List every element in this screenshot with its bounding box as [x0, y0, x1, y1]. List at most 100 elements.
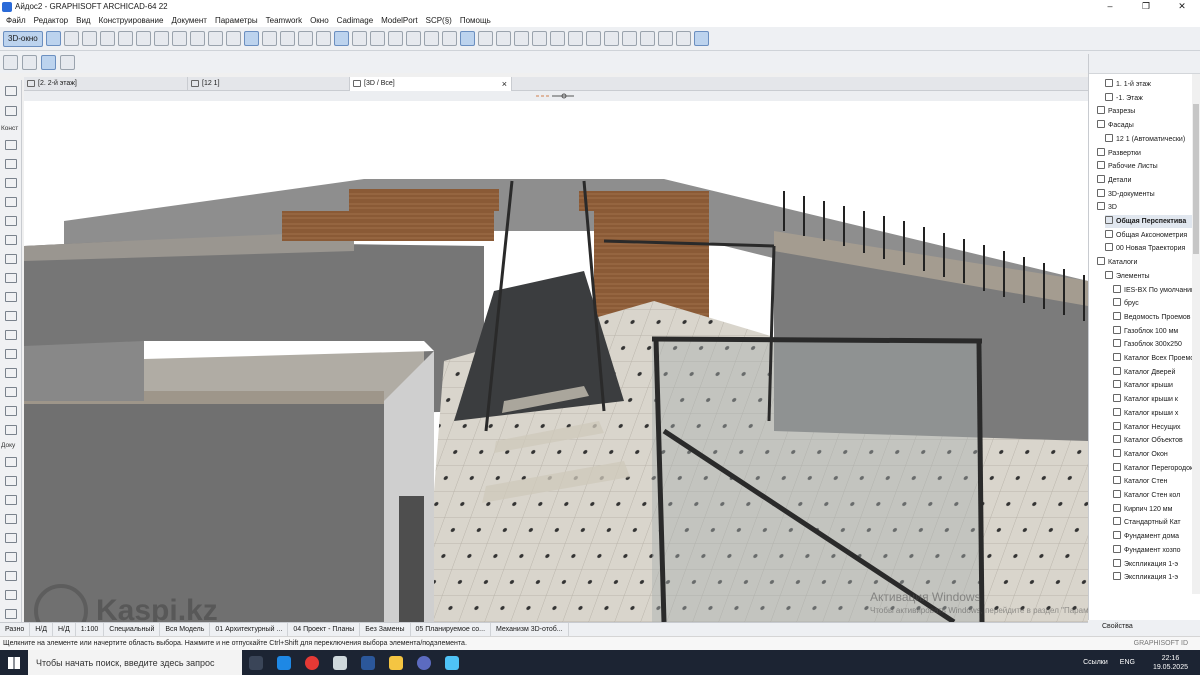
inject-icon[interactable]	[423, 31, 439, 46]
navigator-item[interactable]: Стандартный Кат	[1113, 516, 1200, 529]
explore-icon[interactable]	[117, 31, 133, 46]
status-plan[interactable]: 05 Планируемое со...	[411, 622, 492, 637]
render-mode-icon[interactable]	[243, 31, 259, 46]
layers-icon[interactable]	[207, 31, 223, 46]
pan-icon[interactable]	[171, 31, 187, 46]
sun-icon[interactable]	[351, 31, 367, 46]
align-icon[interactable]	[549, 31, 565, 46]
navigator-item[interactable]: IES-BX По умолчанию	[1113, 284, 1200, 297]
navigator-item[interactable]: Газоблок 300х250	[1113, 338, 1200, 351]
fill-tool-icon[interactable]	[5, 533, 17, 543]
menu-item[interactable]: Файл	[2, 16, 30, 25]
text-tool-icon[interactable]	[5, 495, 17, 505]
language-indicator[interactable]: ENG	[1114, 659, 1141, 666]
mail-icon[interactable]	[270, 650, 298, 675]
curtain-wall-tool-icon[interactable]	[5, 349, 17, 359]
active-app-icon[interactable]	[438, 650, 466, 675]
navigator-item[interactable]: Экспликация 1-э	[1113, 571, 1200, 584]
object-tool-icon[interactable]	[5, 387, 17, 397]
roof-tool-icon[interactable]	[5, 254, 17, 264]
beam-tool-icon[interactable]	[5, 216, 17, 226]
explorer-icon[interactable]	[382, 650, 410, 675]
navigator-item[interactable]: Разрезы	[1097, 105, 1200, 118]
railing-tool-icon[interactable]	[5, 311, 17, 321]
tab-close-icon[interactable]: ×	[502, 77, 507, 91]
archicad-taskbar-icon[interactable]	[326, 650, 354, 675]
navigator-item[interactable]: Газоблок 100 мм	[1113, 325, 1200, 338]
offset-icon[interactable]	[621, 31, 637, 46]
menu-item[interactable]: SCP(§)	[422, 16, 456, 25]
column-tool-icon[interactable]	[5, 197, 17, 207]
section-icon[interactable]	[135, 31, 151, 46]
status-scale[interactable]: 1:100	[76, 622, 105, 637]
slab-tool-icon[interactable]	[5, 235, 17, 245]
graphisoft-id[interactable]: GRAPHISOFT ID	[1134, 637, 1188, 651]
mirror-icon[interactable]	[639, 31, 655, 46]
split-icon[interactable]	[603, 31, 619, 46]
navigator-item[interactable]: 3D-документы	[1097, 188, 1200, 201]
filter-icon[interactable]	[225, 31, 241, 46]
status-na-2[interactable]: Н/Д	[53, 622, 76, 637]
menu-item[interactable]: ModelPort	[377, 16, 421, 25]
snap-icon[interactable]	[477, 31, 493, 46]
status-project[interactable]: 04 Проект - Планы	[288, 622, 361, 637]
door-tool-icon[interactable]	[5, 159, 17, 169]
links-label[interactable]: Ссылки	[1077, 659, 1114, 666]
marquee-tool-icon[interactable]	[5, 106, 17, 116]
navigator-item[interactable]: Фундамент хозпо	[1113, 544, 1200, 557]
chrome-icon[interactable]	[298, 650, 326, 675]
trim-icon[interactable]	[585, 31, 601, 46]
plus-icon[interactable]	[22, 54, 37, 70]
navigator-item[interactable]: Каталог Всех Проемов	[1113, 352, 1200, 365]
navigator-item[interactable]: -1. Этаж	[1105, 92, 1200, 105]
morph-tool-icon[interactable]	[5, 368, 17, 378]
navigator-item[interactable]: Каталог крыши к	[1113, 393, 1200, 406]
navigator-item[interactable]: Общая Перспектива	[1105, 215, 1200, 228]
task-view-icon[interactable]	[242, 650, 270, 675]
navigator-item[interactable]: Элементы	[1105, 270, 1200, 283]
view-tab[interactable]: [2. 2-й этаж]	[24, 77, 188, 91]
lock-icon[interactable]	[531, 31, 547, 46]
orbit-mode-icon[interactable]	[41, 54, 56, 70]
word-icon[interactable]	[354, 650, 382, 675]
navigator-item[interactable]: Каталог Стен кол	[1113, 489, 1200, 502]
status-replace[interactable]: Без Замены	[360, 622, 411, 637]
mesh-tool-icon[interactable]	[5, 330, 17, 340]
navigator-item[interactable]: Ведомость Проемов	[1113, 311, 1200, 324]
select-box-icon[interactable]	[45, 31, 61, 46]
navigator-item[interactable]: Каталоги	[1097, 256, 1200, 269]
shadow-icon[interactable]	[333, 31, 349, 46]
cube-icon[interactable]	[63, 31, 79, 46]
properties-label[interactable]: Свойства	[1102, 623, 1133, 630]
menu-item[interactable]: Конструирование	[95, 16, 168, 25]
shell-tool-icon[interactable]	[5, 273, 17, 283]
view-3d-button[interactable]: 3D-окно	[3, 30, 43, 47]
navigator-item[interactable]: Рабочие Листы	[1097, 160, 1200, 173]
status-mode[interactable]: Специальный	[104, 622, 161, 637]
navigator-item[interactable]: Фасады	[1097, 119, 1200, 132]
status-na-1[interactable]: Н/Д	[30, 622, 53, 637]
grid-snap-icon[interactable]	[495, 31, 511, 46]
camera-icon[interactable]	[297, 31, 313, 46]
navigator-item[interactable]: Развертки	[1097, 147, 1200, 160]
measure-icon[interactable]	[675, 31, 691, 46]
navigator-item[interactable]: Каталог Перегородок	[1113, 462, 1200, 475]
polyline-tool-icon[interactable]	[5, 590, 17, 600]
menu-item[interactable]: Редактор	[30, 16, 72, 25]
menu-item[interactable]: Teamwork	[262, 16, 306, 25]
drawing-tool-icon[interactable]	[5, 609, 17, 619]
circle-tool-icon[interactable]	[5, 571, 17, 581]
status-model[interactable]: Вся Модель	[160, 622, 211, 637]
navigator-item[interactable]: Каталог Объектов	[1113, 434, 1200, 447]
palette-icon[interactable]	[315, 31, 331, 46]
navigator-item[interactable]: Каталог Дверей	[1113, 366, 1200, 379]
rotate-icon[interactable]	[189, 31, 205, 46]
window-tool-icon[interactable]	[5, 178, 17, 188]
status-arch[interactable]: 01 Архитектурный ...	[210, 622, 289, 637]
menu-item[interactable]: Cadimage	[333, 16, 377, 25]
zoom-fit-icon[interactable]	[153, 31, 169, 46]
pick-icon[interactable]	[405, 31, 421, 46]
stair-tool-icon[interactable]	[5, 292, 17, 302]
navigator-item[interactable]: 3D	[1097, 201, 1200, 214]
lamp-tool-icon[interactable]	[5, 425, 17, 435]
